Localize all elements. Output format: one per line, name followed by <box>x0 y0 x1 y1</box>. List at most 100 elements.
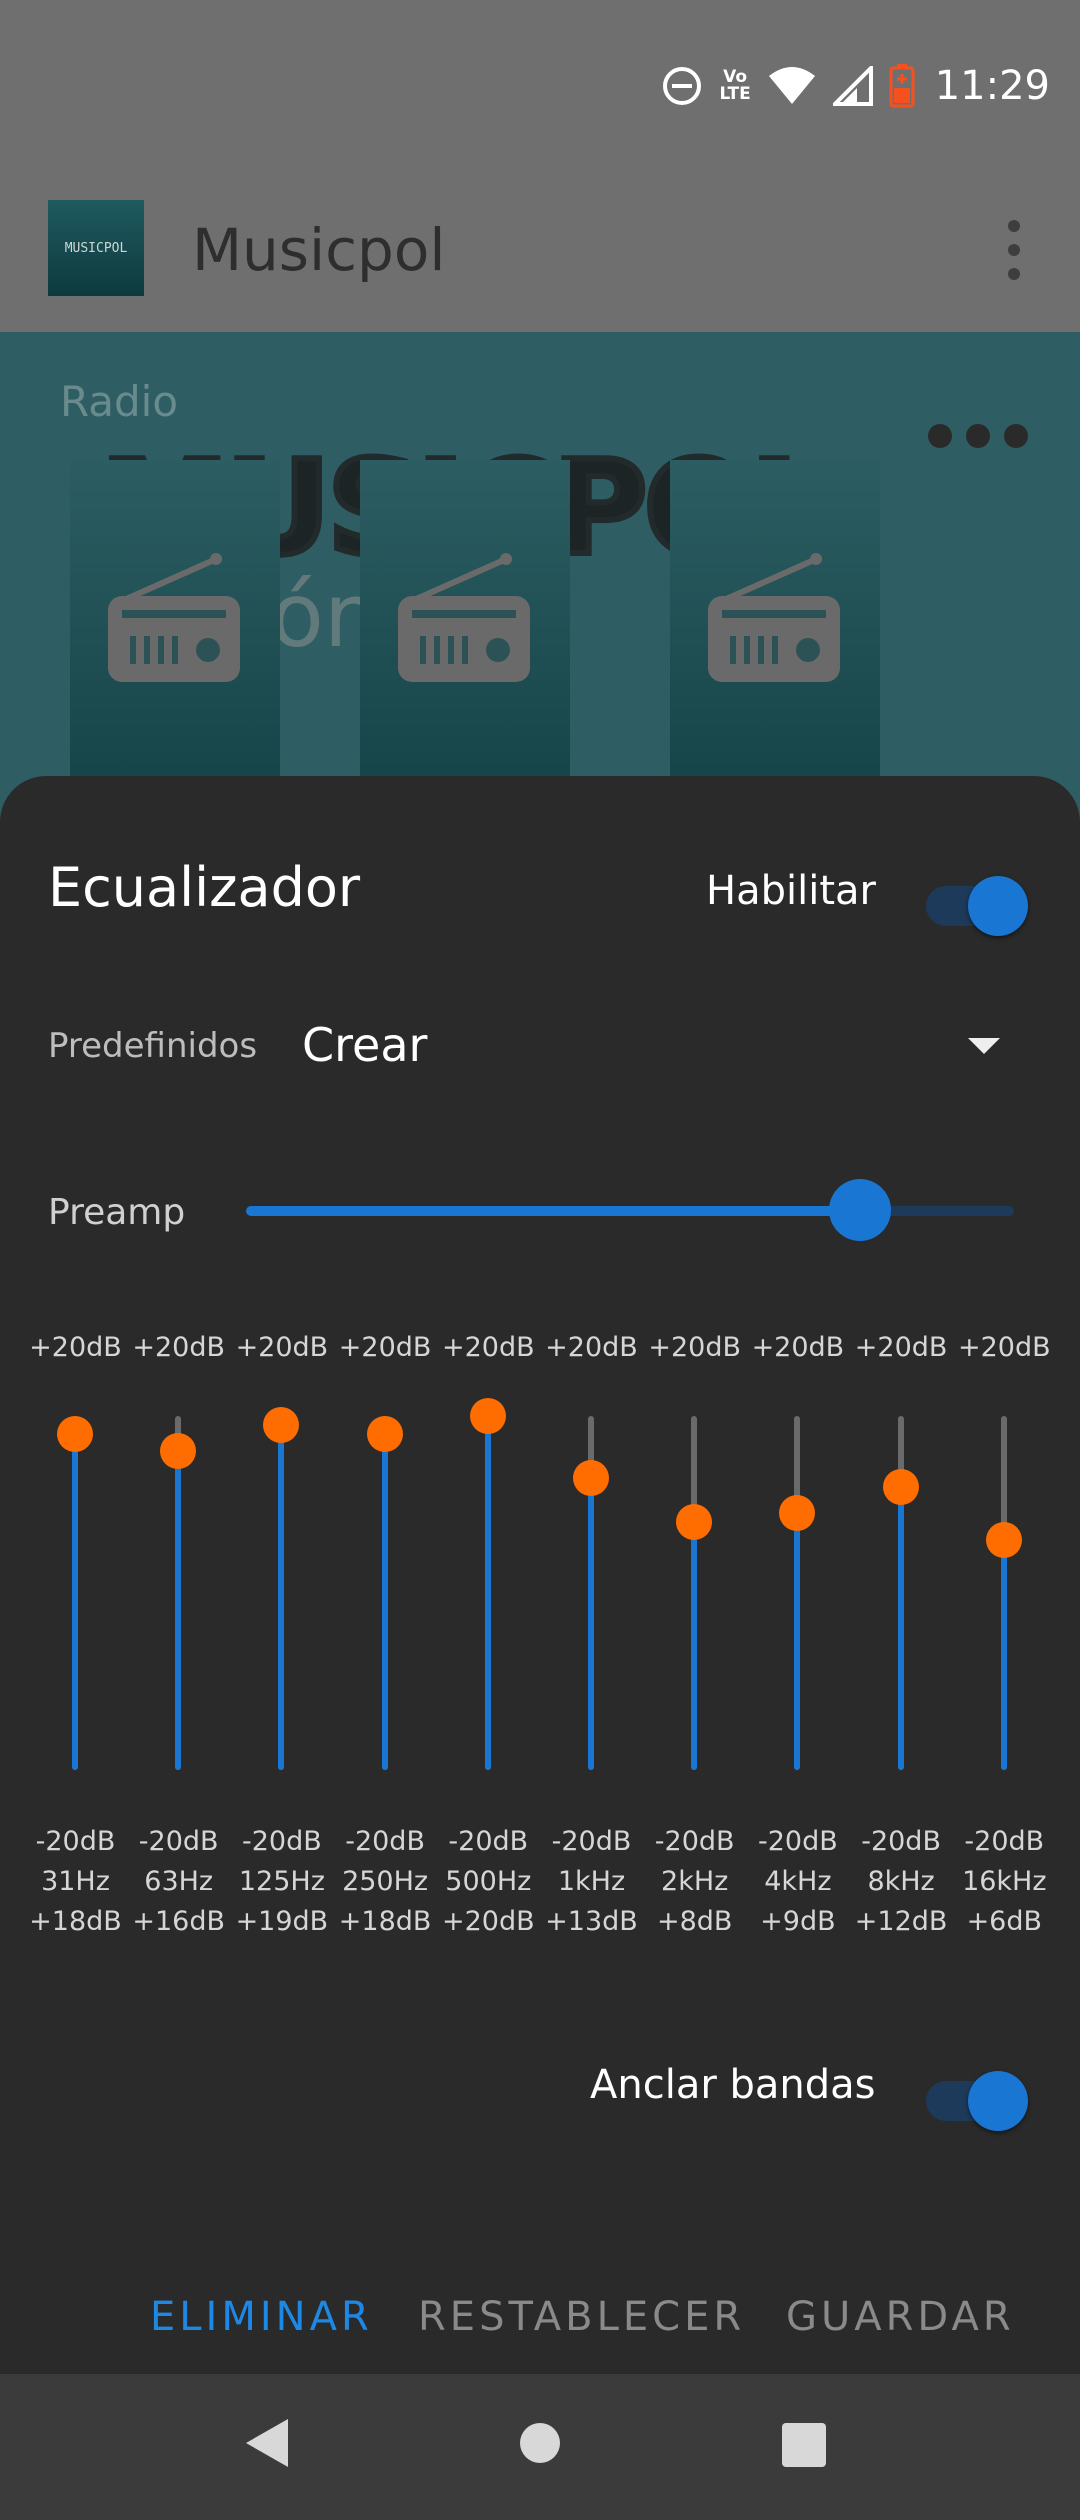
band-max-label: +20dB <box>751 1332 845 1363</box>
band-max-label: +20dB <box>441 1332 535 1363</box>
band-gain-label: +20dB <box>441 1906 535 1937</box>
volte-icon: Vo LTE <box>719 67 751 104</box>
do-not-disturb-icon <box>663 67 702 105</box>
delete-button[interactable]: ELIMINAR <box>150 2294 373 2340</box>
band-slider-thumb[interactable] <box>366 1415 403 1452</box>
wifi-icon <box>768 67 815 104</box>
band-gain-label: +6dB <box>966 1906 1043 1937</box>
band-slider-thumb[interactable] <box>160 1433 197 1470</box>
band-max-label: +20dB <box>235 1332 329 1363</box>
band-min-label: -20dB <box>654 1826 735 1857</box>
reset-button[interactable]: RESTABLECER <box>418 2294 745 2340</box>
band-min-label: -20dB <box>242 1826 322 1857</box>
presets-label: Predefinidos <box>48 1026 258 1066</box>
more-options-icon[interactable] <box>928 424 1028 448</box>
band-slider-thumb[interactable] <box>779 1495 816 1532</box>
overflow-menu-icon[interactable] <box>1000 220 1028 280</box>
band-slider-thumb[interactable] <box>573 1459 609 1496</box>
radio-icon <box>398 553 530 682</box>
radio-icon <box>708 553 840 682</box>
equalizer-bands: +20dB -20dB 31Hz +18dB +20dB -20dB 63Hz +16dB +2… <box>24 1332 1056 2032</box>
band-1khz: +20dB -20dB 1kHz +13dB <box>540 1332 643 2032</box>
signal-icon <box>832 66 873 106</box>
preamp-slider-fill <box>246 1206 861 1216</box>
battery-charging-icon <box>889 64 915 108</box>
clock: 11:29 <box>934 63 1050 109</box>
radio-section: Radio MUSICPOL ór <box>0 332 1080 832</box>
band-max-label: +20dB <box>132 1332 226 1363</box>
home-icon[interactable] <box>520 2423 560 2463</box>
preamp-slider-thumb[interactable] <box>829 1179 892 1241</box>
band-frequency-label: 2kHz <box>661 1866 729 1897</box>
band-gain-label: +16dB <box>132 1906 226 1937</box>
band-frequency-label: 4kHz <box>764 1866 832 1897</box>
band-frequency-label: 31Hz <box>41 1866 110 1897</box>
anchor-bands-label: Anclar bandas <box>590 2062 876 2108</box>
band-2khz: +20dB -20dB 2kHz +8dB <box>643 1332 746 2032</box>
band-slider-thumb[interactable] <box>57 1415 93 1452</box>
band-slider-fill <box>484 1416 491 1770</box>
band-max-label: +20dB <box>29 1332 122 1363</box>
dropdown-arrow-icon[interactable] <box>968 1038 1000 1054</box>
app-title: Musicpol <box>192 216 446 284</box>
equalizer-title: Ecualizador <box>48 856 361 919</box>
band-8khz: +20dB -20dB 8kHz +12dB <box>850 1332 953 2032</box>
action-bar: ELIMINAR RESTABLECER GUARDAR <box>0 2294 1080 2354</box>
band-min-label: -20dB <box>551 1826 632 1857</box>
band-max-label: +20dB <box>957 1332 1051 1363</box>
band-slider-fill <box>175 1451 182 1770</box>
band-frequency-label: 125Hz <box>238 1866 325 1897</box>
band-frequency-label: 500Hz <box>445 1866 532 1897</box>
band-slider-thumb[interactable] <box>469 1398 506 1434</box>
preamp-label: Preamp <box>48 1192 186 1233</box>
band-max-label: +20dB <box>545 1332 638 1363</box>
navigation-bar <box>0 2374 1080 2520</box>
radio-icon <box>108 553 240 682</box>
back-icon[interactable] <box>246 2419 288 2467</box>
brand-banner-subtext: ór <box>270 564 361 667</box>
band-gain-label: +19dB <box>235 1906 329 1937</box>
band-min-label: -20dB <box>345 1826 425 1857</box>
band-min-label: -20dB <box>758 1826 838 1857</box>
band-slider-fill <box>588 1477 594 1770</box>
band-gain-label: +9dB <box>760 1906 836 1937</box>
band-slider-fill <box>1000 1539 1007 1770</box>
band-gain-label: +12dB <box>854 1906 948 1937</box>
anchor-bands-switch[interactable] <box>926 2071 1028 2131</box>
band-500hz: +20dB -20dB 500Hz +20dB <box>437 1332 540 2032</box>
band-min-label: -20dB <box>35 1826 116 1857</box>
band-slider-thumb[interactable] <box>676 1504 713 1541</box>
band-slider-thumb[interactable] <box>985 1521 1022 1558</box>
band-frequency-label: 16kHz <box>962 1866 1047 1897</box>
preset-select[interactable]: Crear <box>302 1018 427 1072</box>
app-logo: MUSICPOL <box>48 200 144 296</box>
band-31hz: +20dB -20dB 31Hz +18dB <box>24 1332 127 2032</box>
preamp-slider[interactable] <box>246 1179 1014 1241</box>
band-gain-label: +18dB <box>29 1906 122 1937</box>
status-icons: Vo LTE 11:29 <box>661 56 1050 116</box>
band-slider-thumb[interactable] <box>263 1406 300 1443</box>
band-frequency-label: 63Hz <box>144 1866 214 1897</box>
save-button[interactable]: GUARDAR <box>786 2294 1015 2340</box>
band-slider-fill <box>381 1433 388 1770</box>
enable-switch[interactable] <box>926 876 1028 936</box>
band-250hz: +20dB -20dB 250Hz +18dB <box>334 1332 437 2032</box>
equalizer-sheet: Ecualizador Habilitar Predefinidos Crear… <box>0 776 1080 2374</box>
band-slider-fill <box>278 1424 285 1770</box>
band-min-label: -20dB <box>964 1826 1045 1857</box>
band-frequency-label: 1kHz <box>557 1866 626 1897</box>
band-min-label: -20dB <box>138 1826 219 1857</box>
switch-knob <box>968 876 1028 936</box>
band-slider-fill <box>794 1513 801 1770</box>
recent-apps-icon[interactable] <box>782 2423 826 2467</box>
status-bar: Vo LTE 11:29 <box>0 0 1080 170</box>
band-gain-label: +8dB <box>656 1906 733 1937</box>
band-max-label: +20dB <box>338 1332 432 1363</box>
band-slider-thumb[interactable] <box>882 1468 919 1505</box>
band-max-label: +20dB <box>648 1332 742 1363</box>
band-slider-fill <box>72 1433 78 1770</box>
section-label: Radio <box>60 377 179 426</box>
band-slider-fill <box>897 1486 904 1770</box>
band-max-label: +20dB <box>854 1332 948 1363</box>
band-63hz: +20dB -20dB 63Hz +16dB <box>127 1332 230 2032</box>
